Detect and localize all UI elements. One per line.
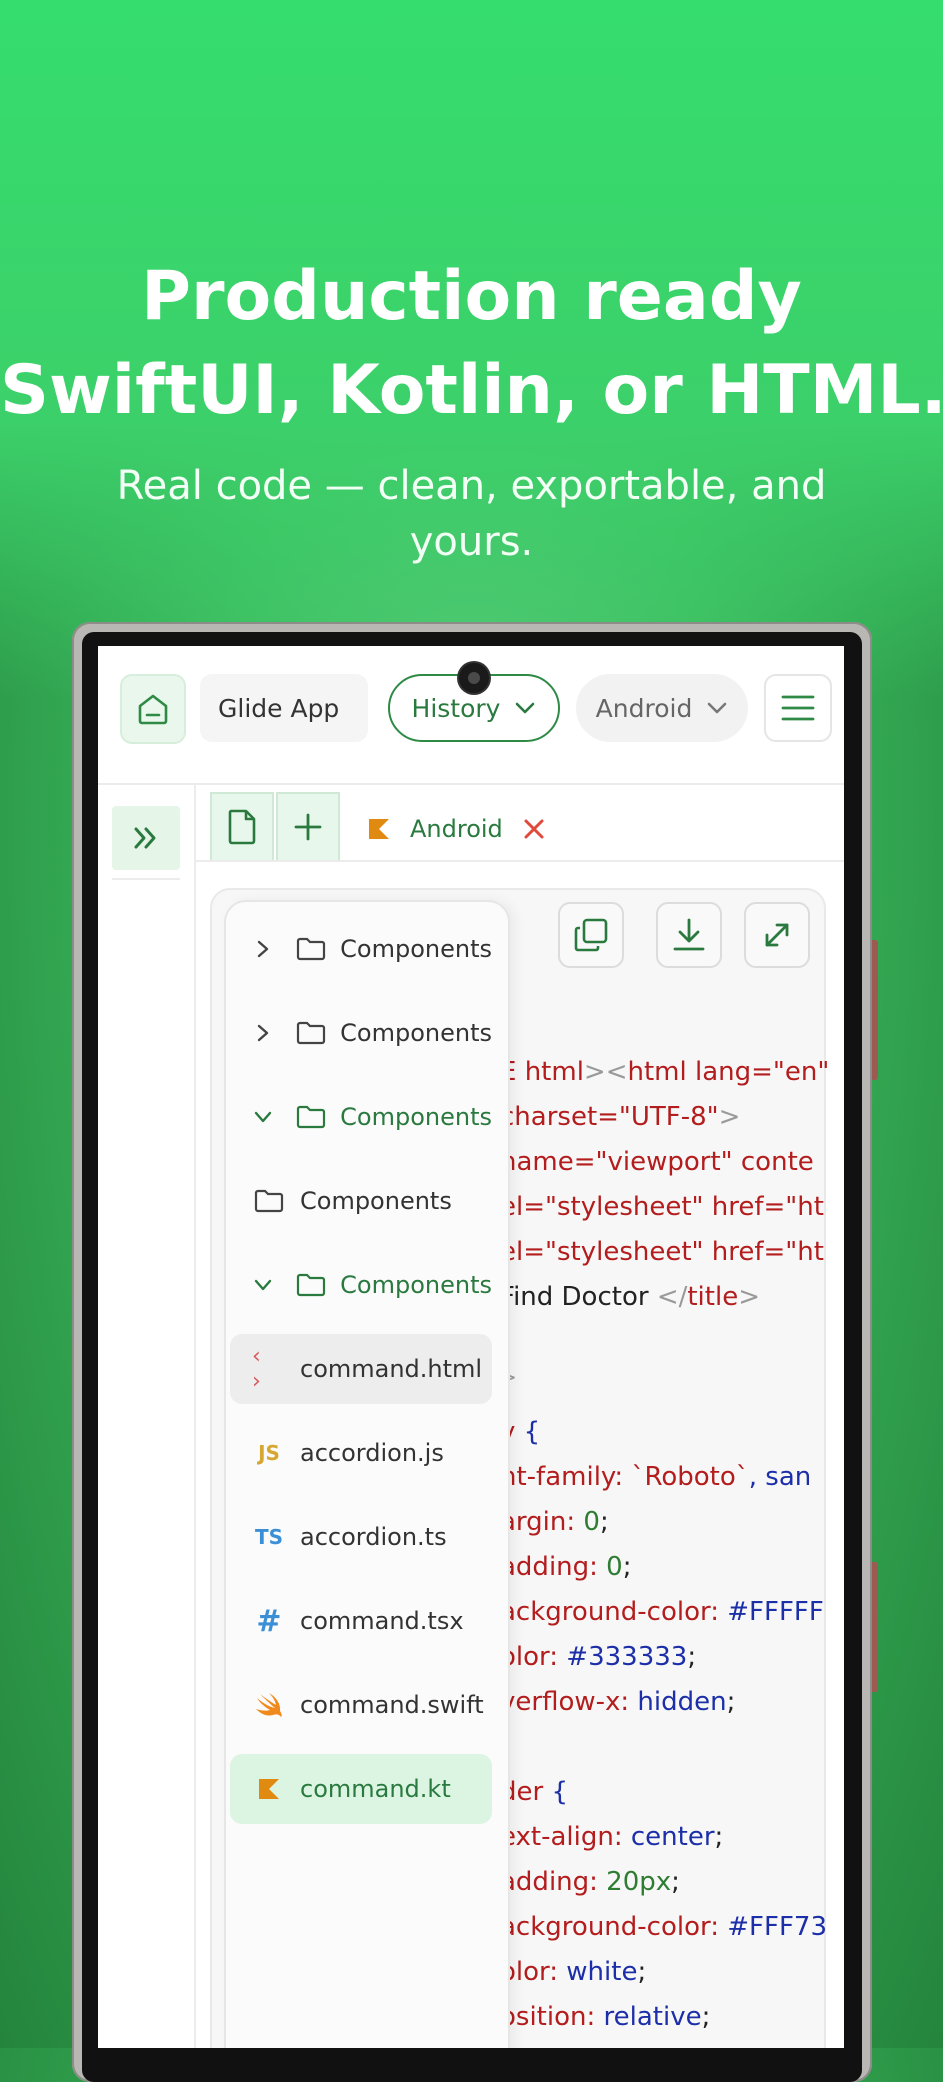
tree-item-label: Components bbox=[340, 1103, 492, 1131]
folder-icon bbox=[254, 1189, 284, 1213]
divider bbox=[196, 860, 844, 862]
tree-file[interactable]: TS accordion.ts bbox=[230, 1502, 492, 1572]
kotlin-icon bbox=[369, 819, 389, 839]
hamburger-menu-icon bbox=[781, 695, 815, 721]
home-button[interactable] bbox=[120, 674, 186, 744]
tab-android-label: Android bbox=[410, 815, 503, 843]
tree-file[interactable]: JS accordion.js bbox=[230, 1418, 492, 1488]
code-line: adding: 0; bbox=[500, 1552, 632, 1582]
tree-item-label: accordion.ts bbox=[300, 1523, 447, 1551]
code-line: osition: relative; bbox=[500, 2002, 711, 2032]
chevron-down-icon bbox=[254, 1279, 272, 1291]
platform-label: Android bbox=[595, 693, 693, 723]
folder-icon bbox=[297, 1273, 326, 1297]
app-screen: Glide App History Android Android E html… bbox=[98, 646, 844, 2048]
tree-file[interactable]: # command.tsx bbox=[230, 1586, 492, 1656]
home-icon bbox=[138, 694, 168, 725]
folder-icon bbox=[297, 1021, 326, 1045]
folder-icon bbox=[297, 937, 326, 961]
hero-title-line2: SwiftUI, Kotlin, or HTML. bbox=[0, 351, 943, 430]
app-name-field[interactable]: Glide App bbox=[200, 674, 368, 742]
tree-file[interactable]: command.swift bbox=[230, 1670, 492, 1740]
chevron-right-icon bbox=[257, 1024, 269, 1042]
ts-icon: TS bbox=[254, 1525, 284, 1549]
tree-item-label: Components bbox=[300, 1187, 452, 1215]
tree-item-label: command.tsx bbox=[300, 1607, 464, 1635]
tree-item-label: Components bbox=[340, 1019, 492, 1047]
html-code-icon: ‹ › bbox=[252, 1344, 265, 1394]
tree-item-label: accordion.js bbox=[300, 1439, 444, 1467]
divider bbox=[98, 783, 844, 785]
chevron-down-icon bbox=[254, 1111, 272, 1123]
code-line: ackground-color: #FFF73 bbox=[500, 1912, 827, 1942]
code-line: name="viewport" conte bbox=[500, 1147, 814, 1177]
code-line: verflow-x: hidden; bbox=[500, 1687, 736, 1717]
copy-button[interactable] bbox=[558, 902, 624, 968]
tree-folder[interactable]: Components bbox=[230, 914, 492, 984]
divider bbox=[112, 878, 180, 880]
expand-icon bbox=[765, 923, 789, 947]
tree-item-label: command.kt bbox=[300, 1775, 451, 1803]
code-line: nt-family: `Roboto`, san bbox=[500, 1462, 812, 1492]
copy-icon bbox=[574, 918, 608, 952]
volume-button bbox=[872, 940, 878, 1080]
front-camera bbox=[459, 663, 489, 693]
history-label: History bbox=[411, 693, 501, 723]
code-line: ackground-color: #FFFFF bbox=[500, 1597, 824, 1627]
code-line: el="stylesheet" href="ht bbox=[500, 1192, 824, 1222]
code-line: E html><html lang="en" bbox=[500, 1057, 830, 1087]
download-button[interactable] bbox=[656, 902, 722, 968]
code-line: argin: 0; bbox=[500, 1507, 609, 1537]
side-rail bbox=[98, 785, 196, 2048]
download-icon bbox=[673, 918, 705, 951]
tree-folder[interactable]: Components bbox=[230, 998, 492, 1068]
files-tab-button[interactable] bbox=[210, 792, 274, 862]
code-line: adding: 20px; bbox=[500, 1867, 680, 1897]
js-icon: JS bbox=[258, 1441, 280, 1465]
folder-icon bbox=[297, 1105, 326, 1129]
platform-dropdown[interactable]: Android bbox=[576, 674, 748, 742]
tree-item-label: command.swift bbox=[300, 1691, 484, 1719]
tree-file[interactable]: ‹ › command.html bbox=[230, 1334, 492, 1404]
kotlin-icon bbox=[259, 1779, 279, 1799]
tab-android[interactable]: Android bbox=[368, 804, 545, 854]
expand-sidebar-button[interactable] bbox=[112, 806, 180, 870]
file-icon bbox=[228, 809, 256, 845]
code-line: ext-align: center; bbox=[500, 1822, 724, 1852]
hero-subtitle: Real code — clean, exportable, and yours… bbox=[116, 463, 827, 565]
file-tree-panel: Components Components Components Compone… bbox=[224, 900, 510, 2048]
code-line: el="stylesheet" href="ht bbox=[500, 1237, 824, 1267]
chevron-down-icon bbox=[708, 702, 727, 714]
swift-icon bbox=[256, 1693, 282, 1717]
double-chevron-right-icon bbox=[134, 827, 156, 849]
tree-item-label: Components bbox=[340, 1271, 492, 1299]
hero-title-line1: Production ready bbox=[141, 257, 802, 336]
tree-folder[interactable]: Components bbox=[230, 1082, 492, 1152]
tree-item-label: Components bbox=[340, 935, 492, 963]
code-line: Find Doctor </title> bbox=[500, 1282, 760, 1312]
plus-icon bbox=[294, 813, 322, 841]
tree-folder[interactable]: Components bbox=[230, 1166, 492, 1236]
power-button bbox=[872, 1562, 878, 1692]
tree-folder[interactable]: Components bbox=[230, 1250, 492, 1320]
tree-item-label: command.html bbox=[300, 1355, 483, 1383]
code-line: charset="UTF-8"> bbox=[500, 1102, 741, 1132]
code-line: olor: white; bbox=[500, 1957, 647, 1987]
add-tab-button[interactable] bbox=[276, 792, 340, 862]
hero-title: Production ready SwiftUI, Kotlin, or HTM… bbox=[0, 250, 943, 438]
code-line: der { bbox=[500, 1777, 569, 1807]
code-line: olor: #333333; bbox=[500, 1642, 697, 1672]
chevron-down-icon bbox=[516, 702, 535, 714]
fullscreen-button[interactable] bbox=[744, 902, 810, 968]
tree-file[interactable]: command.kt bbox=[230, 1754, 492, 1824]
menu-button[interactable] bbox=[764, 674, 832, 742]
hash-icon: # bbox=[256, 1603, 282, 1639]
chevron-right-icon bbox=[257, 940, 269, 958]
close-icon[interactable] bbox=[523, 818, 545, 840]
